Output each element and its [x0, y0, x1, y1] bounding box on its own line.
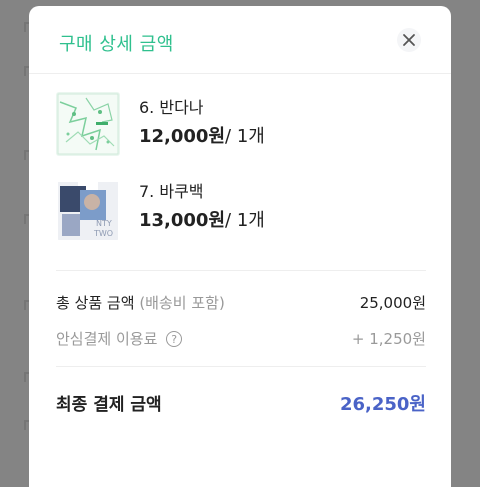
modal-header: 구매 상세 금액 [29, 6, 451, 74]
svg-text:TWO: TWO [93, 229, 113, 238]
fee-value: + 1,250원 [351, 330, 426, 348]
subtotal-label: 총 상품 금액 (배송비 포함) [56, 294, 225, 312]
fee-label: 안심결제 이용료 ? [56, 328, 183, 349]
item-price: 13,000원 [139, 210, 226, 231]
question-circle-icon[interactable]: ? [166, 331, 183, 347]
item-name: 6. 반다나 [139, 98, 204, 117]
total-label: 최종 결제 금액 [56, 395, 162, 415]
order-item: NTY TWO 7. 바쿠백 13,000원/ 1개 [56, 176, 426, 244]
purchase-detail-modal: 구매 상세 금액 6. 반다나 12,000원/ 1개 NTY TWO 7. 바… [29, 6, 451, 487]
subtotal-note: (배송비 포함) [139, 294, 225, 312]
close-icon [403, 34, 415, 46]
modal-title: 구매 상세 금액 [59, 34, 174, 55]
bandana-thumbnail [56, 92, 120, 156]
svg-text:NTY: NTY [96, 219, 112, 228]
bag-thumbnail: NTY TWO [56, 176, 120, 240]
item-name: 7. 바쿠백 [139, 182, 204, 201]
close-button[interactable] [397, 28, 421, 52]
item-price-row: 12,000원/ 1개 [139, 122, 265, 148]
item-price-row: 13,000원/ 1개 [139, 206, 265, 232]
item-quantity: / 1개 [225, 210, 265, 231]
divider [56, 366, 426, 367]
divider [56, 270, 426, 271]
item-quantity: / 1개 [225, 126, 265, 147]
item-price: 12,000원 [139, 126, 226, 147]
subtotal-value: 25,000원 [359, 294, 426, 312]
total-value: 26,250원 [339, 394, 426, 415]
order-item: 6. 반다나 12,000원/ 1개 [56, 92, 426, 160]
